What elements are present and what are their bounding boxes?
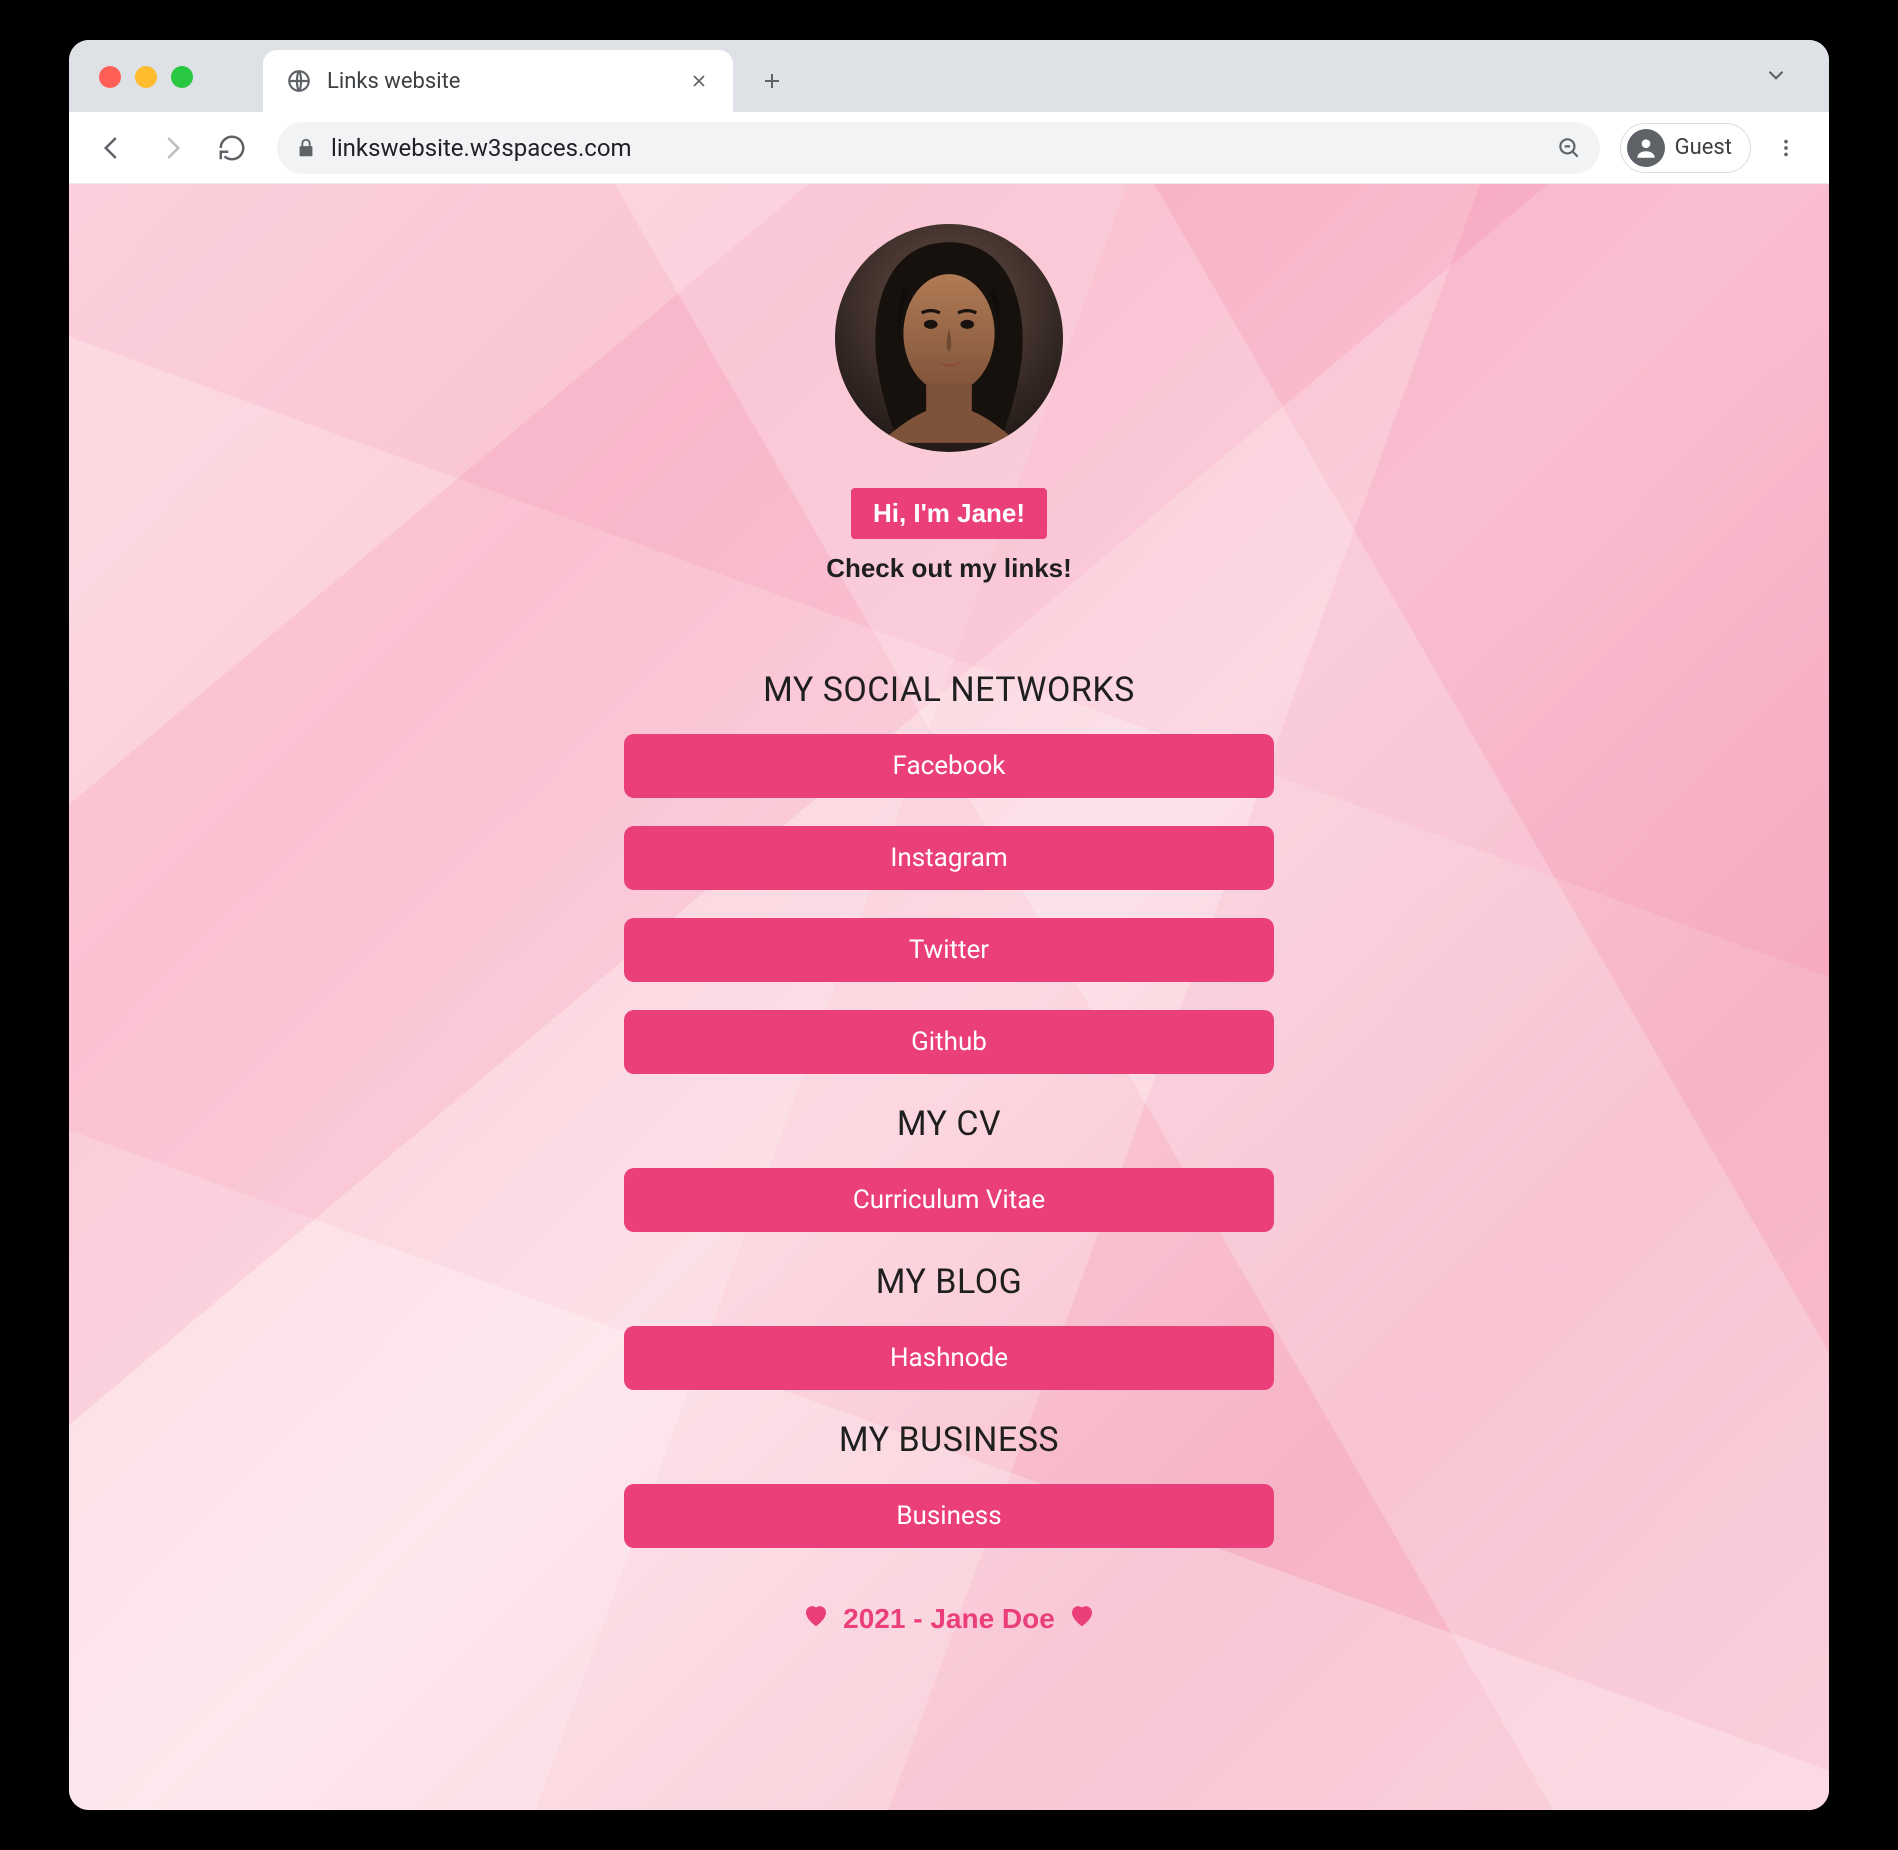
link-facebook[interactable]: Facebook [624,734,1274,798]
link-hashnode[interactable]: Hashnode [624,1326,1274,1390]
footer: 2021 - Jane Doe [801,1600,1097,1638]
greeting-badge: Hi, I'm Jane! [851,488,1047,539]
section-title-social: MY SOCIAL NETWORKS [763,670,1135,710]
section-title-blog: MY BLOG [876,1262,1023,1302]
reload-button[interactable] [207,123,257,173]
window-minimize-button[interactable] [135,66,157,88]
url-text: linkswebsite.w3spaces.com [331,134,1542,162]
section-title-business: MY BUSINESS [839,1420,1059,1460]
footer-text: 2021 - Jane Doe [843,1603,1055,1635]
kebab-menu-button[interactable] [1761,123,1811,173]
profile-label: Guest [1675,135,1732,160]
forward-button[interactable] [147,123,197,173]
lock-icon [295,137,317,159]
zoom-icon[interactable] [1556,135,1582,161]
profile-avatar [835,224,1063,452]
blog-links: Hashnode [89,1326,1809,1390]
page-viewport: Hi, I'm Jane! Check out my links! MY SOC… [69,184,1829,1810]
back-button[interactable] [87,123,137,173]
link-twitter[interactable]: Twitter [624,918,1274,982]
links-page: Hi, I'm Jane! Check out my links! MY SOC… [69,184,1829,1678]
window-close-button[interactable] [99,66,121,88]
business-links: Business [89,1484,1809,1548]
heart-icon [1067,1600,1097,1638]
subtitle-text: Check out my links! [826,553,1072,584]
social-links: Facebook Instagram Twitter Github [89,734,1809,1074]
person-icon [1627,129,1665,167]
window-controls [99,66,193,88]
section-title-cv: MY CV [897,1104,1001,1144]
link-cv[interactable]: Curriculum Vitae [624,1168,1274,1232]
heart-icon [801,1600,831,1638]
address-bar[interactable]: linkswebsite.w3spaces.com [277,122,1600,174]
chevron-down-icon[interactable] [1763,62,1789,95]
new-tab-button[interactable] [747,56,797,106]
link-github[interactable]: Github [624,1010,1274,1074]
window-maximize-button[interactable] [171,66,193,88]
link-instagram[interactable]: Instagram [624,826,1274,890]
tab-title: Links website [327,69,671,94]
cv-links: Curriculum Vitae [89,1168,1809,1232]
profile-button[interactable]: Guest [1620,123,1751,173]
link-business[interactable]: Business [624,1484,1274,1548]
browser-window: Links website [69,40,1829,1810]
globe-icon [285,67,313,95]
browser-tab[interactable]: Links website [263,50,733,112]
titlebar: Links website [69,40,1829,112]
close-icon[interactable] [685,67,713,95]
url-bar: linkswebsite.w3spaces.com Guest [69,112,1829,184]
